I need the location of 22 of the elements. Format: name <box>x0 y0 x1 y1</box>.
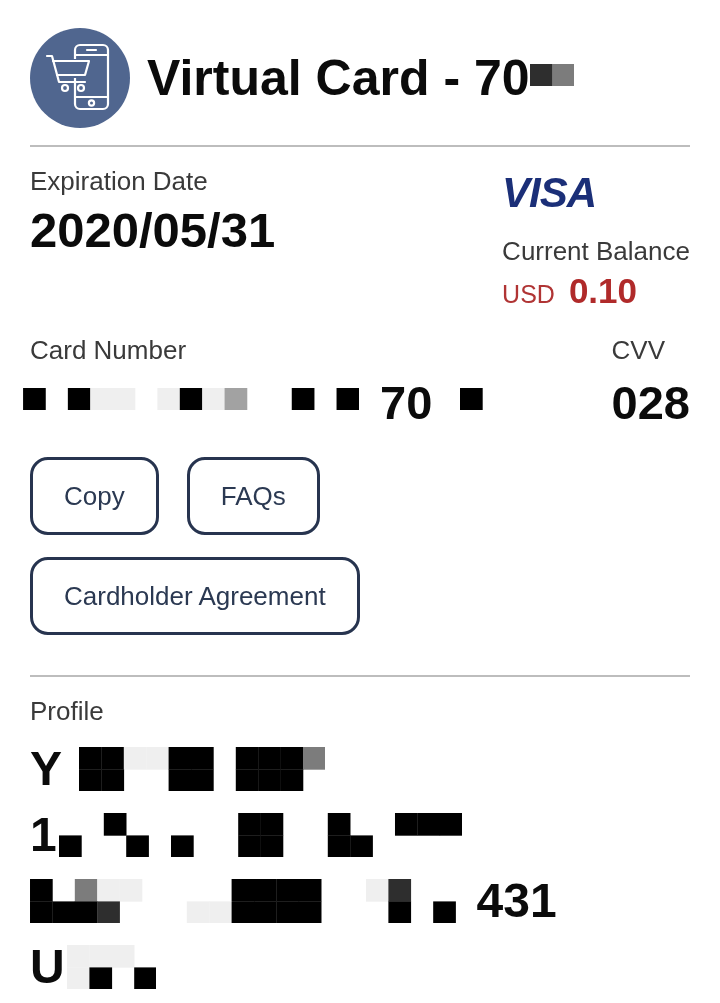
profile-text: 1 <box>30 807 57 863</box>
balance-amount: 0.10 <box>568 271 638 311</box>
field-label: Card Number <box>30 335 188 365</box>
card-number-digits: 70 <box>380 375 433 431</box>
pixelated-redaction-drawing <box>529 63 575 87</box>
copy-button[interactable]: Copy <box>30 457 159 535</box>
pixelated-redaction-drawing <box>460 387 483 411</box>
field-label: CVV <box>611 335 667 365</box>
faqs-button[interactable]: FAQs <box>186 457 320 535</box>
profile-text: U <box>30 939 65 995</box>
profile-text: Y <box>30 741 62 797</box>
agreement-button[interactable]: Cardholder Agreement <box>30 557 360 635</box>
card-title: Virtual Card - 70 <box>147 49 530 107</box>
currency-label: USD <box>502 279 555 310</box>
expiration-date: 2020/05/31 <box>30 202 276 258</box>
section-label: Profile <box>30 696 105 726</box>
cvv-value: 028 <box>611 375 690 431</box>
card-brand-label: VISA <box>502 171 597 215</box>
field-label: Expiration Date <box>30 166 208 196</box>
profile-text: 431 <box>476 873 557 929</box>
field-label: Current Balance <box>502 236 690 266</box>
shopping-cart-phone-icon <box>30 28 130 128</box>
